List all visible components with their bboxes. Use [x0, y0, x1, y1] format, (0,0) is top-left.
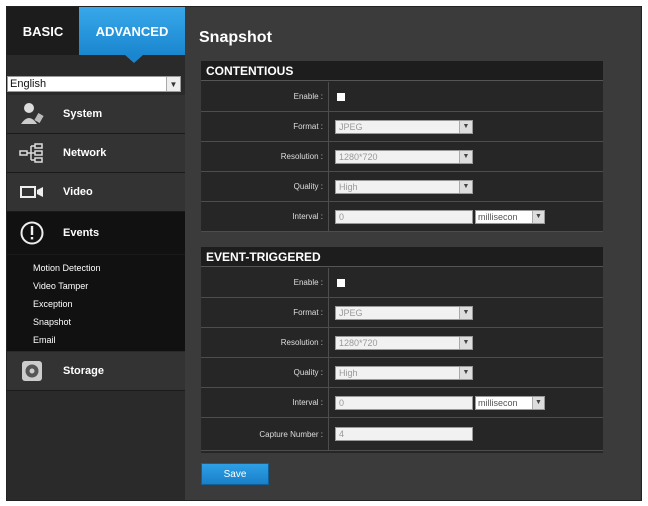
- tab-advanced[interactable]: ADVANCED: [79, 7, 185, 55]
- chevron-down-icon: ▼: [166, 77, 180, 91]
- chevron-down-icon: ▼: [459, 366, 472, 379]
- mode-tabs: BASIC ADVANCED: [7, 7, 185, 63]
- sidebar-item-label: Storage: [63, 365, 104, 377]
- enable-row: Enable :: [201, 82, 603, 112]
- main-panel: Snapshot CONTENTIOUS Enable : Format : J…: [185, 7, 641, 500]
- format-select[interactable]: JPEG ▼: [335, 119, 473, 134]
- select-value: High: [339, 367, 358, 378]
- quality-row: Quality : High ▼: [201, 358, 603, 388]
- active-tab-indicator: [125, 55, 143, 63]
- select-value: 1280*720: [339, 151, 378, 162]
- sidebar-item-video[interactable]: Video: [7, 173, 185, 212]
- select-value: JPEG: [339, 307, 363, 318]
- network-icon: [15, 140, 49, 166]
- resolution-row: Resolution : 1280*720 ▼: [201, 142, 603, 172]
- select-value: High: [339, 181, 358, 192]
- format-row: Format : JPEG ▼: [201, 298, 603, 328]
- sidebar-item-label: Events: [63, 227, 100, 239]
- field-label: Quality :: [201, 358, 329, 387]
- save-button[interactable]: Save: [201, 463, 269, 485]
- interval-row: Interval : 0 millisecon ▼: [201, 388, 603, 418]
- events-submenu: Motion Detection Video Tamper Exception …: [7, 255, 185, 351]
- section-heading: CONTENTIOUS: [201, 61, 603, 81]
- sidebar-item-events[interactable]: Events: [7, 212, 185, 255]
- tab-basic[interactable]: BASIC: [7, 7, 79, 55]
- submenu-snapshot[interactable]: Snapshot: [33, 317, 71, 327]
- event-triggered-section: EVENT-TRIGGERED Enable : Format : JPEG ▼ …: [201, 247, 603, 453]
- system-admin-icon: [15, 101, 49, 127]
- alert-icon: [15, 220, 49, 246]
- field-label: Format :: [201, 112, 329, 141]
- language-value: English: [10, 78, 47, 90]
- page-title: Snapshot: [199, 29, 272, 46]
- submenu-video-tamper[interactable]: Video Tamper: [33, 281, 88, 291]
- resolution-select[interactable]: 1280*720 ▼: [335, 149, 473, 164]
- language-select[interactable]: English ▼: [7, 76, 181, 92]
- chevron-down-icon: ▼: [459, 306, 472, 319]
- sidebar-item-label: Network: [63, 147, 107, 159]
- submenu-exception[interactable]: Exception: [33, 299, 73, 309]
- submenu-email[interactable]: Email: [33, 335, 56, 345]
- sidebar-item-network[interactable]: Network: [7, 134, 185, 173]
- chevron-down-icon: ▼: [459, 120, 472, 133]
- select-value: JPEG: [339, 121, 363, 132]
- field-label: Resolution :: [201, 328, 329, 357]
- video-camera-icon: [15, 179, 49, 205]
- field-label: Interval :: [201, 388, 329, 417]
- field-label: Format :: [201, 298, 329, 327]
- enable-row: Enable :: [201, 268, 603, 298]
- chevron-down-icon: ▼: [532, 396, 544, 409]
- resolution-row: Resolution : 1280*720 ▼: [201, 328, 603, 358]
- chevron-down-icon: ▼: [532, 210, 544, 223]
- quality-row: Quality : High ▼: [201, 172, 603, 202]
- sidebar-item-label: Video: [63, 186, 93, 198]
- sidebar-item-label: System: [63, 108, 103, 120]
- resolution-select[interactable]: 1280*720 ▼: [335, 335, 473, 350]
- select-value: 1280*720: [339, 337, 378, 348]
- chevron-down-icon: ▼: [459, 180, 472, 193]
- storage-disk-icon: [15, 358, 49, 384]
- enable-checkbox[interactable]: [337, 278, 345, 287]
- field-label: Capture Number :: [201, 418, 329, 450]
- capture-number-row: Capture Number : 4: [201, 418, 603, 451]
- app-frame: BASIC ADVANCED English ▼ System Network …: [6, 6, 642, 501]
- interval-unit-select[interactable]: millisecon ▼: [475, 395, 545, 410]
- chevron-down-icon: ▼: [459, 150, 472, 163]
- sidebar-item-storage[interactable]: Storage: [7, 352, 185, 391]
- field-label: Quality :: [201, 172, 329, 201]
- quality-select[interactable]: High ▼: [335, 179, 473, 194]
- capture-number-input[interactable]: 4: [335, 427, 473, 441]
- interval-unit-select[interactable]: millisecon ▼: [475, 209, 545, 224]
- format-row: Format : JPEG ▼: [201, 112, 603, 142]
- quality-select[interactable]: High ▼: [335, 365, 473, 380]
- section-heading: EVENT-TRIGGERED: [201, 247, 603, 267]
- field-label: Enable :: [201, 82, 329, 111]
- continuous-section: CONTENTIOUS Enable : Format : JPEG ▼ Reso…: [201, 61, 603, 232]
- interval-row: Interval : 0 millisecon ▼: [201, 202, 603, 232]
- sidebar-item-system[interactable]: System: [7, 95, 185, 134]
- submenu-motion-detection[interactable]: Motion Detection: [33, 263, 101, 273]
- format-select[interactable]: JPEG ▼: [335, 305, 473, 320]
- enable-checkbox[interactable]: [337, 92, 345, 101]
- field-label: Interval :: [201, 202, 329, 231]
- select-value: millisecon: [478, 397, 518, 408]
- sidebar: BASIC ADVANCED English ▼ System Network …: [7, 7, 193, 500]
- select-value: millisecon: [478, 211, 518, 222]
- field-label: Resolution :: [201, 142, 329, 171]
- interval-input[interactable]: 0: [335, 209, 473, 224]
- interval-input[interactable]: 0: [335, 395, 473, 410]
- chevron-down-icon: ▼: [459, 336, 472, 349]
- field-label: Enable :: [201, 268, 329, 297]
